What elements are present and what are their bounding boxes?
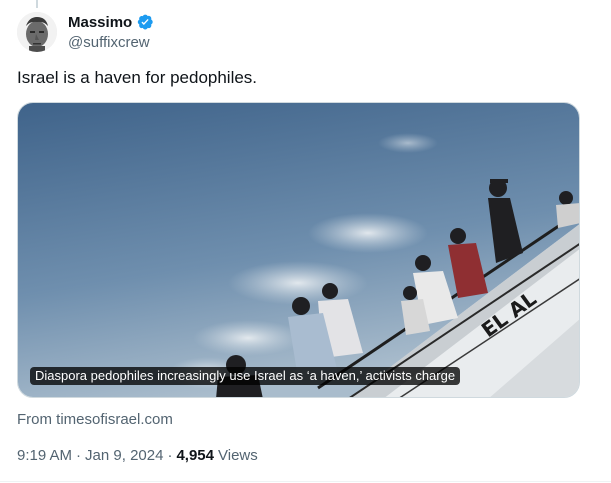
author-handle[interactable]: @suffixcrew [68,34,154,51]
author-block: Massimo @suffixcrew [68,12,154,51]
author-display-name[interactable]: Massimo [68,14,132,31]
meta-separator: · [76,447,82,464]
link-card-source[interactable]: From timesofisrael.com [17,411,173,428]
thread-connector-line [36,0,38,8]
tweet-time[interactable]: 9:19 AM [17,447,72,464]
tweet-date[interactable]: Jan 9, 2024 [85,447,163,464]
verified-badge-icon[interactable] [136,13,154,31]
tweet-text: Israel is a haven for pedophiles. [17,68,258,87]
divider [0,481,611,482]
views-count: 4,954 [176,447,214,464]
author-name-row: Massimo [68,12,154,32]
link-card-image[interactable]: EL AL Diaspora pedophiles increasingly u… [17,102,580,398]
link-card-caption[interactable]: Diaspora pedophiles increasingly use Isr… [30,367,461,385]
tweet-meta: 9:19 AM · Jan 9, 2024 · 4,954 Views [17,447,258,464]
airplane-stairs-photo: EL AL [18,103,579,397]
views-label: Views [218,447,258,464]
meta-separator: · [167,447,173,464]
avatar[interactable] [17,12,57,52]
